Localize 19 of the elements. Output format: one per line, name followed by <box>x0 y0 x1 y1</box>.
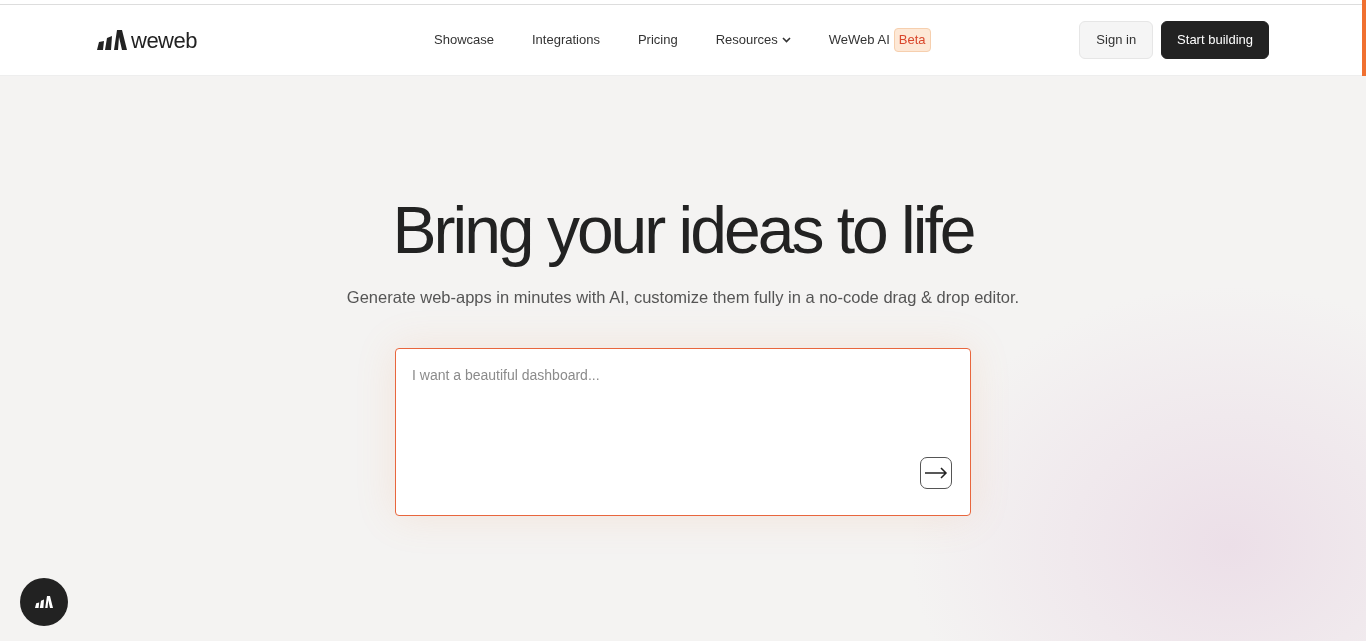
arrow-icon <box>924 466 948 479</box>
nav-link[interactable]: Pricing <box>637 30 678 50</box>
nav-link[interactable]: Showcase <box>434 30 494 50</box>
nav-link[interactable]: WeWeb AI <box>828 30 890 50</box>
chevron-down-icon <box>781 37 791 43</box>
logo-icon <box>35 596 53 608</box>
hero-subtitle: Generate web-apps in minutes with AI, customize them fully in a no-code drag & drop editor. <box>345 286 1021 308</box>
start-building-button[interactable]: Start building <box>1161 21 1269 59</box>
nav-link[interactable]: Resources <box>715 30 791 50</box>
logo-text: weweb <box>131 26 197 55</box>
logo[interactable]: weweb <box>97 23 434 57</box>
prompt-field[interactable]: I want a beautiful dashboard... <box>395 347 971 516</box>
sign-in-button[interactable]: Sign in <box>1079 21 1154 59</box>
send-button[interactable] <box>920 456 952 489</box>
beta-badge: Beta <box>893 28 931 52</box>
logo-icon <box>97 30 127 50</box>
hero-title: Bring your ideas to life <box>391 192 975 269</box>
chat-button[interactable] <box>20 578 68 626</box>
nav-link[interactable]: Integrations <box>532 30 600 50</box>
